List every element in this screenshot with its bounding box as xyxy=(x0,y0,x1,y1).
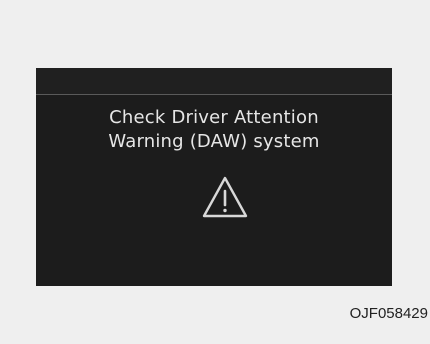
display-header-bar xyxy=(36,68,392,94)
figure-code: OJF058429 xyxy=(349,305,428,322)
cluster-display-panel: Check Driver Attention Warning (DAW) sys… xyxy=(36,68,392,286)
warning-message-line-1: Check Driver Attention xyxy=(109,107,319,128)
warning-message-line-2: Warning (DAW) system xyxy=(108,131,320,152)
display-divider xyxy=(36,94,392,95)
warning-message: Check Driver Attention Warning (DAW) sys… xyxy=(36,106,392,154)
warning-triangle-icon xyxy=(202,176,248,218)
